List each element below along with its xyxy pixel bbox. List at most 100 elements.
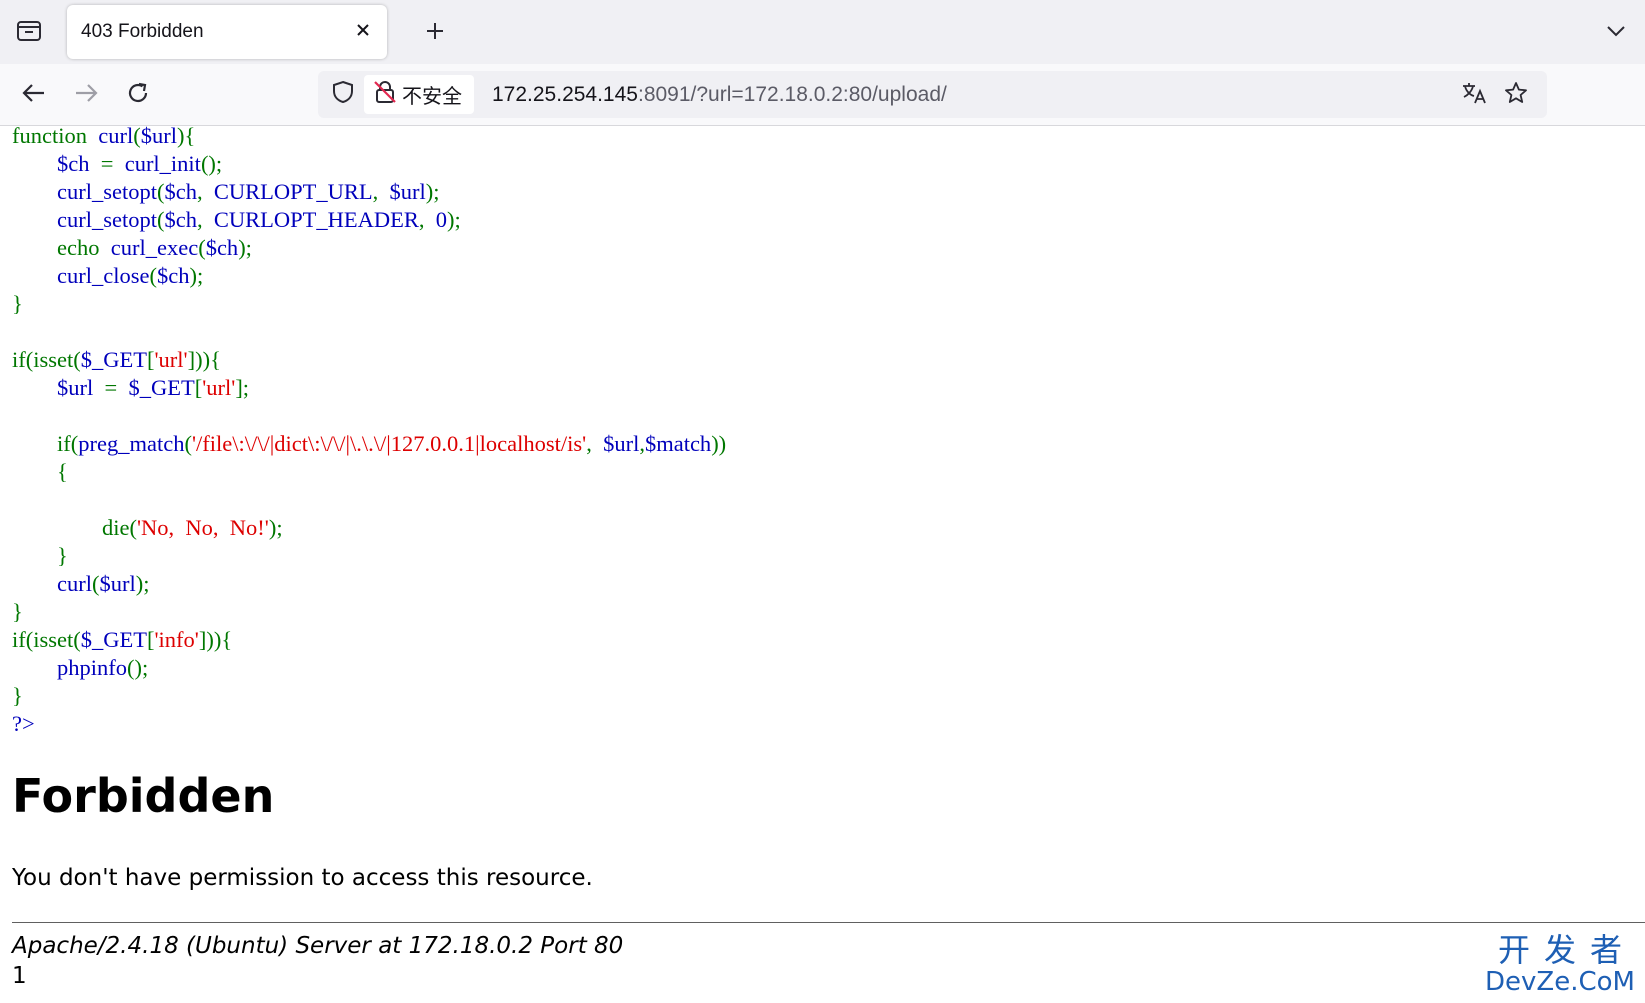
code-token: 'No, No, No!' [136, 515, 269, 540]
code-token: } [12, 683, 23, 708]
url-host: 172.25.254.145 [492, 83, 638, 106]
code-token: ( [198, 235, 206, 260]
chevron-down-icon [1606, 24, 1626, 42]
code-token: $_GET [80, 347, 147, 372]
bookmark-button[interactable] [1498, 77, 1534, 113]
reload-button[interactable] [118, 75, 158, 115]
watermark-line1: 开发者 [1498, 931, 1637, 969]
arrow-left-icon [22, 83, 46, 108]
address-bar[interactable]: 不安全 172.25.254.145:8091/?url=172.18.0.2:… [318, 71, 1547, 118]
code-line: } [12, 542, 726, 570]
code-token: CURLOPT_HEADER [213, 207, 419, 232]
code-token: $_GET [80, 627, 147, 652]
code-token: $url [140, 123, 177, 148]
code-token: curl_exec [110, 235, 199, 260]
code-token: curl_setopt [57, 179, 157, 204]
code-token: 'url' [202, 375, 236, 400]
back-button[interactable] [14, 75, 54, 115]
tab-list-icon [16, 19, 42, 48]
code-token: ); [238, 235, 252, 260]
code-line: ?> [12, 710, 726, 738]
code-token: , [196, 179, 214, 204]
code-token: , [372, 179, 390, 204]
code-line: $ch = curl_init(); [12, 150, 726, 178]
code-token: } [12, 291, 23, 316]
code-token: $ch [57, 151, 101, 176]
code-line: curl_setopt($ch, CURLOPT_HEADER, 0); [12, 206, 726, 234]
code-token: '/file\:\/\/|dict\:\/\/|\.\.\/|127.0.0.1… [191, 431, 587, 456]
code-token: 'info' [154, 627, 199, 652]
code-token: = [104, 375, 129, 400]
code-token: ])){ [198, 627, 233, 652]
code-line: echo curl_exec($ch); [12, 234, 726, 262]
code-line: { [12, 458, 726, 486]
page-content: function curl($url){ $ch = curl_init(); … [0, 123, 1645, 1003]
code-token: $ch [164, 207, 197, 232]
code-token: { [12, 459, 68, 484]
code-token: $url [603, 431, 640, 456]
tab-active[interactable]: 403 Forbidden [67, 5, 387, 59]
translate-button[interactable] [1456, 77, 1492, 113]
new-tab-button[interactable] [418, 16, 452, 50]
code-line: if(isset($_GET['info'])){ [12, 626, 726, 654]
code-token: curl [98, 123, 134, 148]
tab-close-button[interactable] [349, 18, 377, 46]
code-token: ); [268, 515, 283, 540]
code-token: CURLOPT_URL [213, 179, 373, 204]
code-token: curl [57, 571, 92, 596]
code-token: $_GET [128, 375, 195, 400]
code-token: if( [12, 431, 79, 456]
navigation-toolbar: 不安全 172.25.254.145:8091/?url=172.18.0.2:… [0, 64, 1645, 126]
code-token: curl_setopt [57, 207, 157, 232]
code-line: phpinfo(); [12, 654, 726, 682]
error-title: Forbidden [12, 769, 275, 823]
tab-strip: 403 Forbidden [0, 0, 1645, 64]
list-all-tabs-button[interactable] [1599, 16, 1633, 50]
tab-list-button[interactable] [12, 16, 46, 50]
code-token: if(isset( [12, 347, 81, 372]
code-token: ])){ [187, 347, 221, 372]
code-line: } [12, 290, 726, 318]
code-line: if(isset($_GET['url'])){ [12, 346, 726, 374]
watermark-logo: 开发者 DevZe.CoM [1485, 933, 1635, 997]
reload-icon [126, 81, 150, 110]
code-line: $url = $_GET['url']; [12, 374, 726, 402]
divider [12, 922, 1645, 923]
code-token: )) [711, 431, 727, 456]
code-token: ?> [12, 711, 35, 736]
tracking-protection-button[interactable] [326, 77, 360, 111]
code-token: ( [184, 431, 192, 456]
code-token: $match [644, 431, 712, 456]
arrow-right-icon [74, 83, 98, 108]
trailing-output: 1 [12, 963, 27, 989]
url-path: :8091/?url=172.18.0.2:80/upload/ [637, 83, 947, 106]
server-signature: Apache/2.4.18 (Ubuntu) Server at 172.18.… [12, 933, 624, 959]
forward-button[interactable] [66, 75, 106, 115]
code-token: } [12, 543, 68, 568]
error-message: You don't have permission to access this… [12, 865, 593, 891]
code-token: = [100, 151, 125, 176]
code-token: $url [57, 375, 105, 400]
close-icon [356, 23, 370, 42]
code-line: curl_setopt($ch, CURLOPT_URL, $url); [12, 178, 726, 206]
code-token: $url [389, 179, 426, 204]
code-token: ){ [176, 123, 196, 148]
code-token: die( [12, 515, 137, 540]
code-line: function curl($url){ [12, 122, 726, 150]
code-token: phpinfo [57, 655, 127, 680]
site-security-button[interactable]: 不安全 [364, 75, 474, 114]
tab-title: 403 Forbidden [81, 21, 204, 42]
code-token: ); [135, 571, 150, 596]
code-line: } [12, 598, 726, 626]
code-token: ); [189, 263, 204, 288]
code-token: echo [12, 235, 111, 260]
url-text[interactable]: 172.25.254.145:8091/?url=172.18.0.2:80/u… [492, 71, 947, 118]
